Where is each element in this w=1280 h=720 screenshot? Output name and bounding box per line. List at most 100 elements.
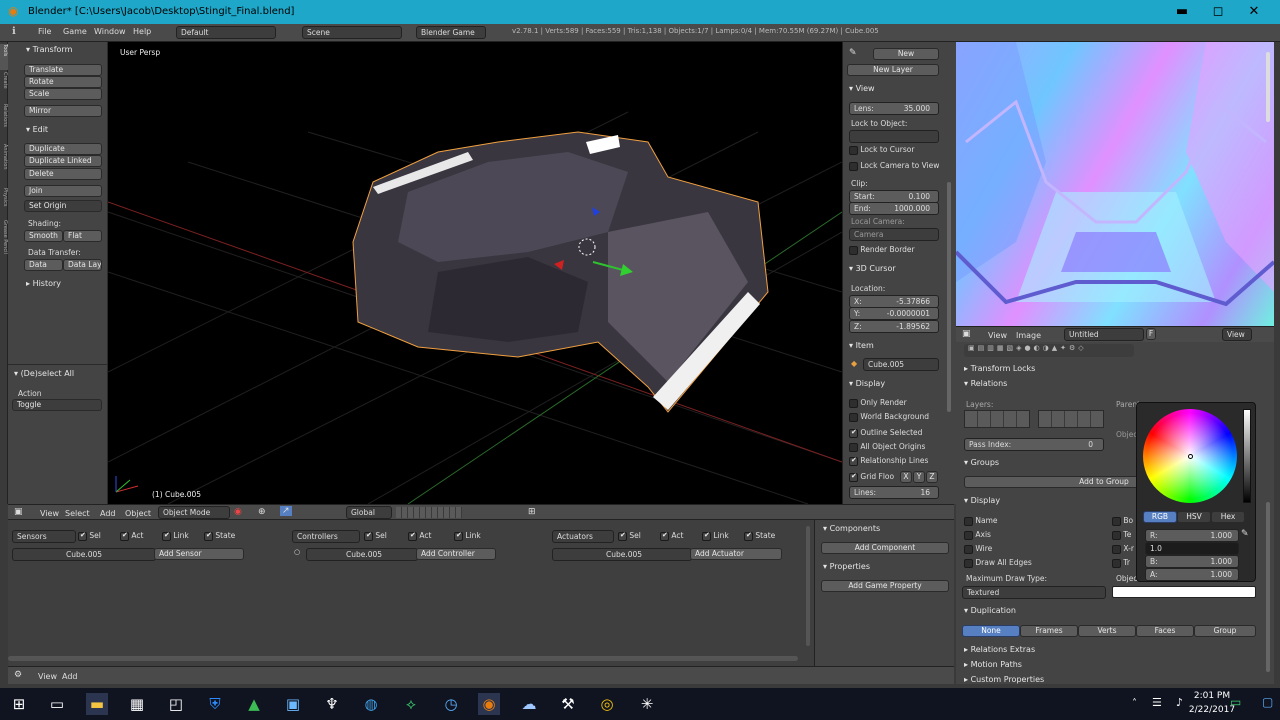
world-background-row[interactable]: World Background: [849, 412, 929, 422]
grid-floor-row[interactable]: Grid Floo: [849, 472, 894, 482]
actuators-link-row[interactable]: Link: [702, 531, 729, 541]
axis-row[interactable]: Axis: [964, 530, 991, 540]
axis-y-toggle[interactable]: Y: [913, 471, 925, 483]
viewport-menu-object[interactable]: Object: [125, 509, 151, 518]
sensors-link-checkbox[interactable]: [162, 531, 171, 541]
rgb-mode-button[interactable]: RGB: [1143, 511, 1177, 523]
menu-file[interactable]: File: [38, 27, 51, 36]
image-menu-view[interactable]: View: [988, 331, 1007, 340]
volume-icon[interactable]: ♪: [1176, 696, 1183, 709]
drive-icon[interactable]: ▲: [243, 693, 265, 715]
mode-select[interactable]: Object Mode: [158, 506, 230, 519]
objprops-scrollbar[interactable]: [1266, 502, 1270, 672]
layer-grid-a[interactable]: [964, 410, 1030, 428]
transparency-row[interactable]: Tr: [1112, 558, 1130, 568]
motion-paths-header[interactable]: ▸ Motion Paths: [964, 660, 1022, 669]
bounds-checkbox[interactable]: [1112, 516, 1121, 526]
add-game-property-button[interactable]: Add Game Property: [821, 580, 949, 592]
duplication-header[interactable]: ▾ Duplication: [964, 606, 1016, 615]
name-row[interactable]: Name: [964, 516, 998, 526]
python-icon[interactable]: ♆: [321, 693, 343, 715]
screen-layout-select[interactable]: Default: [176, 26, 276, 39]
tab-tools[interactable]: Tools: [0, 44, 8, 70]
hsv-mode-button[interactable]: HSV: [1177, 511, 1211, 523]
duplicate-button[interactable]: Duplicate: [24, 143, 102, 155]
network-icon[interactable]: ☰: [1152, 696, 1162, 709]
tool-icon[interactable]: ⚒: [557, 693, 579, 715]
fake-user-button[interactable]: F: [1146, 328, 1156, 340]
layer-grid-b[interactable]: [1038, 410, 1104, 428]
set-origin-select[interactable]: Set Origin: [24, 200, 102, 212]
controllers-select[interactable]: Controllers: [292, 530, 360, 543]
sensors-object-field[interactable]: Cube.005: [12, 548, 156, 561]
draw-all-edges-checkbox[interactable]: [964, 558, 973, 568]
browser-icon[interactable]: ◍: [360, 693, 382, 715]
notifications-icon[interactable]: ▭: [1230, 695, 1241, 709]
image-editor-type-icon[interactable]: ▣: [962, 329, 971, 339]
b-field[interactable]: B: 1.000: [1145, 555, 1239, 568]
axis-x-toggle[interactable]: X: [900, 471, 912, 483]
dup-frames-button[interactable]: Frames: [1020, 625, 1078, 637]
flat-button[interactable]: Flat: [63, 230, 102, 242]
actuators-state-checkbox[interactable]: [744, 531, 753, 541]
add-component-button[interactable]: Add Component: [821, 542, 949, 554]
a-field[interactable]: A: 1.000: [1145, 568, 1239, 581]
add-actuator-button[interactable]: Add Actuator: [690, 548, 782, 560]
mirror-button[interactable]: Mirror: [24, 105, 102, 117]
logic-menu-view[interactable]: View: [38, 672, 57, 681]
tab-relations[interactable]: Relations: [0, 104, 8, 142]
minimize-button[interactable]: ▬: [1164, 0, 1200, 24]
relationship-lines-row[interactable]: Relationship Lines: [849, 456, 928, 466]
image-view-select[interactable]: View: [1222, 328, 1252, 341]
outline-selected-checkbox[interactable]: [849, 428, 858, 438]
menu-help[interactable]: Help: [133, 27, 151, 36]
viewport-menu-select[interactable]: Select: [65, 509, 90, 518]
misc-app-icon[interactable]: ✳: [636, 693, 658, 715]
actuators-act-row[interactable]: Act: [660, 531, 683, 541]
logic-h-scrollbar[interactable]: [8, 656, 798, 661]
axis-checkbox[interactable]: [964, 530, 973, 540]
bounds-row[interactable]: Bo: [1112, 516, 1133, 526]
controllers-object-field[interactable]: Cube.005: [306, 548, 418, 561]
data-layout-button[interactable]: Data Layo: [63, 259, 102, 271]
task-view-icon[interactable]: ▭: [46, 693, 68, 715]
actuators-sel-row[interactable]: Sel: [618, 531, 641, 541]
texture-space-row[interactable]: Te: [1112, 530, 1131, 540]
viewport-menu-add[interactable]: Add: [100, 509, 116, 518]
g-field[interactable]: 1.0: [1145, 542, 1239, 555]
sensors-act-row[interactable]: Act: [120, 531, 143, 541]
logic-menu-add[interactable]: Add: [62, 672, 78, 681]
sensors-select[interactable]: Sensors: [12, 530, 76, 543]
r-field[interactable]: R: 1.000: [1145, 529, 1239, 542]
cursor-y-field[interactable]: Y: -0.0000001: [849, 307, 939, 320]
dup-none-button[interactable]: None: [962, 625, 1020, 637]
delete-button[interactable]: Delete: [24, 168, 102, 180]
view-panel-header[interactable]: ▾ View: [849, 84, 875, 93]
duplicate-linked-button[interactable]: Duplicate Linked: [24, 155, 102, 167]
groups-header[interactable]: ▾ Groups: [964, 458, 999, 467]
sensors-state-row[interactable]: State: [204, 531, 235, 541]
actuators-act-checkbox[interactable]: [660, 531, 669, 541]
props-scrollbar[interactable]: [947, 182, 951, 412]
sensors-state-checkbox[interactable]: [204, 531, 213, 541]
value-slider[interactable]: [1243, 409, 1251, 503]
add-sensor-button[interactable]: Add Sensor: [154, 548, 244, 560]
display-panel-header[interactable]: ▾ Display: [849, 379, 885, 388]
rotate-button[interactable]: Rotate: [24, 76, 102, 88]
steam-icon[interactable]: ☁: [518, 693, 540, 715]
chrome-icon[interactable]: ◎: [596, 693, 618, 715]
transform-panel-header[interactable]: ▾ Transform: [26, 45, 72, 54]
render-preview-icon[interactable]: ⊞: [528, 507, 536, 517]
viewport-menu-view[interactable]: View: [40, 509, 59, 518]
wire-row[interactable]: Wire: [964, 544, 992, 554]
cursor-panel-header[interactable]: ▾ 3D Cursor: [849, 264, 896, 273]
tab-physics[interactable]: Physics: [0, 188, 8, 218]
axis-z-toggle[interactable]: Z: [926, 471, 938, 483]
shading-icon[interactable]: ◉: [234, 507, 242, 517]
actuators-object-field[interactable]: Cube.005: [552, 548, 692, 561]
controllers-act-row[interactable]: Act: [408, 531, 431, 541]
lens-field[interactable]: Lens: 35.000: [849, 102, 939, 115]
cursor-z-field[interactable]: Z: -1.89562: [849, 320, 939, 333]
draw-all-edges-row[interactable]: Draw All Edges: [964, 558, 1032, 568]
lock-cursor-row[interactable]: Lock to Cursor: [849, 145, 914, 155]
